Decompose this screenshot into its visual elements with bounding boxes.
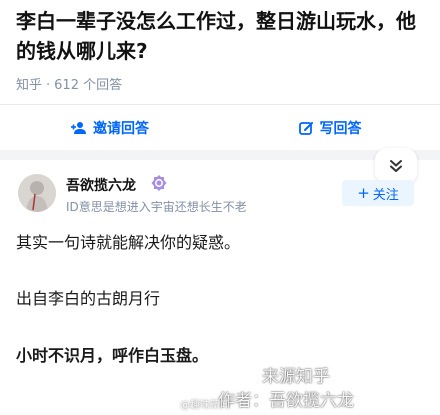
write-answer-label: 写回答 bbox=[319, 121, 362, 137]
answer-paragraph: 其实一句诗就能解决你的疑惑。 bbox=[16, 233, 241, 252]
verified-badge-icon bbox=[151, 175, 167, 191]
invite-answer-button[interactable]: 邀请回答 bbox=[0, 118, 220, 138]
answer-paragraph: 小时不识月，呼作白玉盘。 bbox=[16, 346, 209, 365]
avatar[interactable] bbox=[18, 174, 56, 212]
collapse-button[interactable] bbox=[375, 148, 417, 184]
invite-answer-label: 邀请回答 bbox=[93, 121, 149, 137]
answer-paragraph: 出自李白的古朗月行 bbox=[16, 289, 161, 308]
double-chevron-down-icon bbox=[390, 160, 402, 172]
answer-count[interactable]: 612 个回答 bbox=[54, 78, 122, 93]
weibo-watermark: @趣味新闻 bbox=[180, 400, 230, 411]
avatar-image bbox=[18, 174, 56, 212]
section-divider bbox=[0, 150, 440, 160]
add-person-icon bbox=[71, 122, 86, 134]
follow-button[interactable]: + 关注 bbox=[342, 180, 414, 206]
edit-icon bbox=[298, 121, 313, 135]
question-title[interactable]: 李白一辈子没怎么工作过，整日游山玩水，他的钱从哪儿来? bbox=[16, 6, 416, 66]
question-meta: 知乎 · 612 个回答 bbox=[16, 74, 122, 93]
meta-separator: · bbox=[46, 78, 51, 93]
site-name[interactable]: 知乎 bbox=[16, 78, 42, 93]
write-answer-button[interactable]: 写回答 bbox=[220, 118, 440, 138]
watermark-source: 来源知乎 bbox=[262, 367, 330, 387]
watermark-author: 作者：吾欲揽六龙 bbox=[218, 391, 354, 411]
author-headline: ID意思是想进入宇宙还想长生不老 bbox=[66, 200, 247, 214]
plus-icon: + bbox=[357, 184, 370, 202]
author-name[interactable]: 吾欲揽六龙 bbox=[66, 175, 136, 195]
follow-label: 关注 bbox=[372, 187, 399, 203]
question-actions: 邀请回答 写回答 bbox=[0, 104, 440, 151]
